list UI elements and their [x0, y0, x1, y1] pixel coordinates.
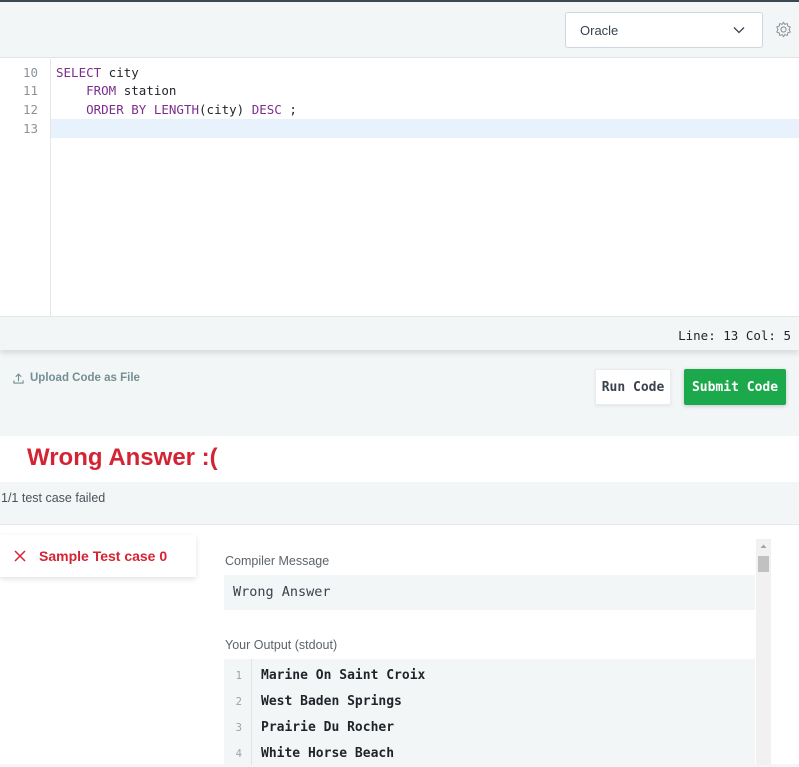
- output-line-text: White Horse Beach: [261, 746, 395, 761]
- test-results-panel: Sample Test case 0 Compiler Message Wron…: [0, 524, 799, 765]
- upload-label: Upload Code as File: [30, 372, 140, 384]
- output-label: Your Output (stdout): [225, 638, 338, 652]
- line-number: 12: [22, 102, 38, 117]
- output-line-text: Marine On Saint Croix: [261, 668, 426, 683]
- code-line: 13: [0, 119, 799, 138]
- code-line: 11 FROM station: [0, 81, 799, 100]
- output-line: 3 Prairie Du Rocher: [224, 715, 755, 741]
- output-line: 4 White Horse Beach: [224, 741, 755, 767]
- results-scrollbar[interactable]: [756, 539, 771, 765]
- scrollbar-thumb[interactable]: [758, 556, 769, 572]
- output-box: 1 Marine On Saint Croix 2 West Baden Spr…: [224, 659, 755, 765]
- test-case-label: Sample Test case 0: [39, 548, 168, 564]
- cursor-position: Line: 13 Col: 5: [678, 328, 791, 343]
- editor-status-bar: Line: 13 Col: 5: [0, 316, 799, 350]
- output-line-number: 4: [235, 748, 242, 760]
- scroll-up-arrow-icon[interactable]: [756, 539, 771, 553]
- code-line: 10 SELECT city: [0, 63, 799, 82]
- compiler-message-box: Wrong Answer: [224, 575, 755, 610]
- code-text: ORDER BY LENGTH(city) DESC ;: [86, 102, 297, 117]
- output-line: 1 Marine On Saint Croix: [224, 663, 755, 689]
- gear-icon[interactable]: [775, 21, 792, 38]
- chevron-down-icon: [733, 27, 745, 34]
- language-select-value: Oracle: [580, 22, 619, 38]
- editor-toolbar: Oracle: [0, 2, 799, 58]
- output-line-text: Prairie Du Rocher: [261, 720, 395, 735]
- code-text: SELECT city: [56, 65, 139, 80]
- line-number: 10: [22, 65, 38, 80]
- run-code-button[interactable]: Run Code: [595, 369, 671, 405]
- submit-code-button[interactable]: Submit Code: [684, 369, 786, 405]
- code-text: FROM station: [86, 83, 177, 98]
- result-title: Wrong Answer :(: [27, 444, 218, 471]
- output-line-number: 2: [235, 696, 242, 708]
- result-header: Wrong Answer :(: [0, 436, 799, 482]
- upload-icon: [13, 372, 24, 384]
- output-line: 2 West Baden Springs: [224, 689, 755, 715]
- code-editor-panel: Oracle 10 SELECT city 11 FROM station 12…: [0, 2, 799, 350]
- output-line-text: West Baden Springs: [261, 694, 402, 709]
- language-select[interactable]: Oracle: [565, 12, 763, 48]
- line-number: 13: [22, 121, 38, 136]
- output-line-number: 3: [235, 722, 242, 734]
- test-case-tab[interactable]: Sample Test case 0: [0, 535, 196, 577]
- code-line: 12 ORDER BY LENGTH(city) DESC ;: [0, 100, 799, 119]
- upload-code-link[interactable]: Upload Code as File: [13, 372, 140, 384]
- close-icon: [14, 550, 26, 562]
- compiler-message-label: Compiler Message: [225, 554, 330, 568]
- line-number: 11: [22, 83, 38, 98]
- failed-summary: 1/1 test case failed: [1, 491, 106, 505]
- output-line-number: 1: [235, 670, 242, 682]
- code-area[interactable]: 10 SELECT city 11 FROM station 12 ORDER …: [0, 59, 799, 317]
